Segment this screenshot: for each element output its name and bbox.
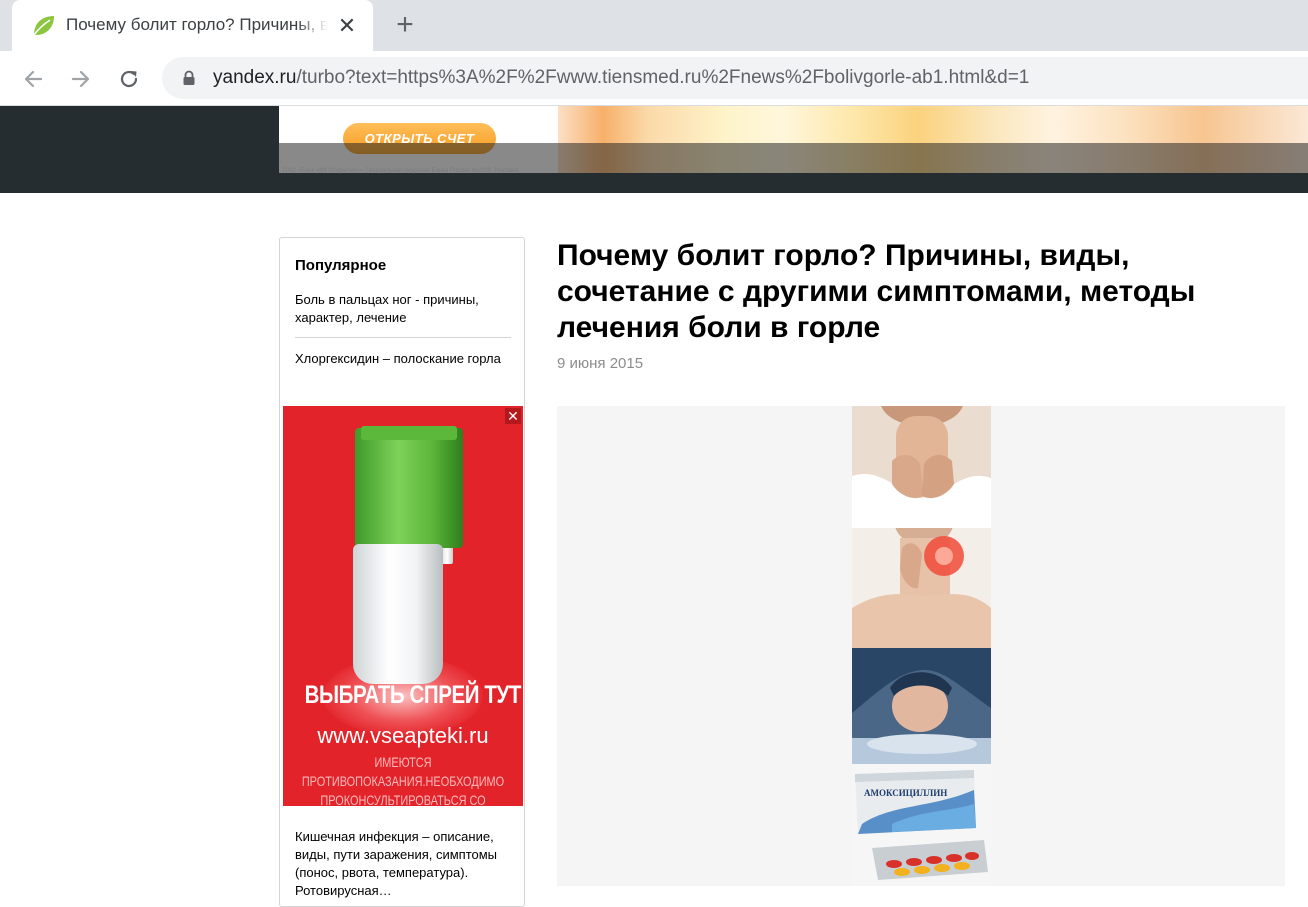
popular-sidebar: Популярное Боль в пальцах ног - причины,… — [279, 237, 525, 907]
sidebar-heading: Популярное — [295, 257, 387, 274]
photo-steam-inhalation — [852, 648, 991, 764]
sidebar-link-chlorhexidine[interactable]: Хлоргексидин – полоскание горла — [295, 350, 511, 368]
sidebar-divider — [295, 337, 511, 338]
url-path: /turbo?text=https%3A%2F%2Fwww.tiensmed.r… — [296, 67, 1030, 88]
reload-button[interactable] — [113, 63, 145, 95]
arrow-left-icon — [24, 70, 43, 88]
sidebar-link-intestinal-infection[interactable]: Кишечная инфекция – описание, виды, пути… — [295, 828, 511, 900]
ad-close-icon[interactable]: ✕ — [505, 408, 521, 424]
back-button[interactable] — [17, 63, 49, 95]
article-image: АМОКСИЦИЛЛИН — [557, 406, 1285, 886]
banner-fine-print: ПАО «Банк «ФК Открытие»». Генеральная ли… — [283, 168, 519, 174]
article-title: Почему болит горло? Причины, виды, сочет… — [557, 239, 1196, 344]
url-text[interactable]: yandex.ru/turbo?text=https%3A%2F%2Fwww.t… — [213, 67, 1029, 89]
ad-warning: ИМЕЮТСЯ ПРОТИВОПОКАЗАНИЯ.НЕОБХОДИМО ПРОК… — [301, 754, 505, 806]
spray-cap-top-image — [361, 426, 457, 440]
tab-close-icon[interactable]: ✕ — [334, 13, 360, 39]
reload-icon — [120, 70, 138, 88]
url-host: yandex.ru — [213, 67, 297, 88]
arrow-right-icon — [71, 70, 90, 88]
top-ad-banner[interactable]: ОТКРЫТЬ СЧЕТ ПАО «Банк «ФК Открытие»». Г… — [0, 106, 1308, 193]
leaf-favicon-icon — [30, 13, 56, 39]
medicine-box-label: АМОКСИЦИЛЛИН — [864, 788, 947, 798]
photo-woman-throat — [852, 406, 991, 528]
article-date: 9 июня 2015 — [557, 355, 644, 372]
sidebar-link-toe-pain[interactable]: Боль в пальцах ног - причины, характер, … — [295, 291, 511, 327]
browser-tab[interactable]: Почему болит горло? Причины, виды, сочет… — [12, 0, 373, 51]
spray-ad[interactable]: ✕ ВЫБРАТЬ СПРЕЙ ТУТ www.vseapteki.ru ИМЕ… — [283, 406, 523, 806]
browser-toolbar: yandex.ru/turbo?text=https%3A%2F%2Fwww.t… — [0, 51, 1308, 106]
photo-medicine-box: АМОКСИЦИЛЛИН — [852, 764, 991, 886]
ad-headline: ВЫБРАТЬ СПРЕЙ ТУТ — [304, 681, 522, 709]
new-tab-button[interactable]: + — [390, 10, 420, 41]
spray-cap-image — [355, 428, 463, 548]
photo-red-throat — [852, 528, 991, 648]
tab-strip: Почему болит горло? Причины, виды, сочет… — [0, 0, 1308, 51]
tab-title: Почему болит горло? Причины, виды, сочет… — [66, 15, 328, 34]
forward-button[interactable] — [65, 63, 97, 95]
address-bar[interactable]: yandex.ru/turbo?text=https%3A%2F%2Fwww.t… — [162, 57, 1308, 99]
lock-icon — [182, 70, 196, 86]
spray-bottle-image — [353, 544, 443, 684]
ad-site: www.vseapteki.ru — [317, 723, 489, 748]
